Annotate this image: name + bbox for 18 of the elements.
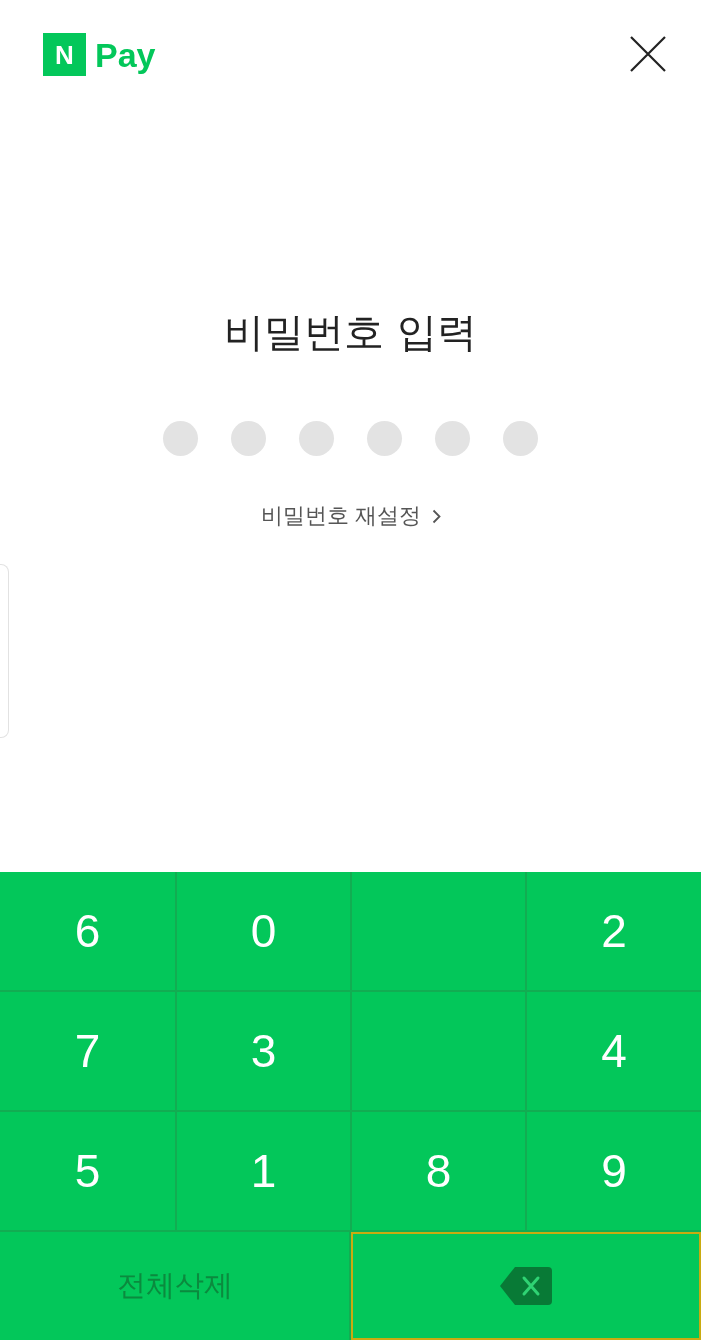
keypad-key[interactable]: 8: [352, 1112, 525, 1230]
chevron-right-icon: [431, 508, 441, 524]
keypad-key[interactable]: 3: [177, 992, 350, 1110]
backspace-icon: [500, 1267, 552, 1305]
keypad-key[interactable]: 6: [0, 872, 175, 990]
logo-mark: N: [43, 33, 86, 76]
keypad-key[interactable]: 1: [177, 1112, 350, 1230]
clear-all-button[interactable]: 전체삭제: [0, 1232, 349, 1340]
keypad-key[interactable]: 7: [0, 992, 175, 1110]
reset-password-link[interactable]: 비밀번호 재설정: [260, 501, 441, 531]
keypad-key[interactable]: 2: [527, 872, 701, 990]
page-title: 비밀번호 입력: [223, 308, 478, 356]
keypad-key[interactable]: 4: [527, 992, 701, 1110]
keypad-key[interactable]: 0: [177, 872, 350, 990]
logo-text: Pay: [95, 37, 156, 72]
close-icon[interactable]: [630, 36, 666, 72]
keypad-key[interactable]: 5: [0, 1112, 175, 1230]
keypad-key[interactable]: 9: [527, 1112, 701, 1230]
